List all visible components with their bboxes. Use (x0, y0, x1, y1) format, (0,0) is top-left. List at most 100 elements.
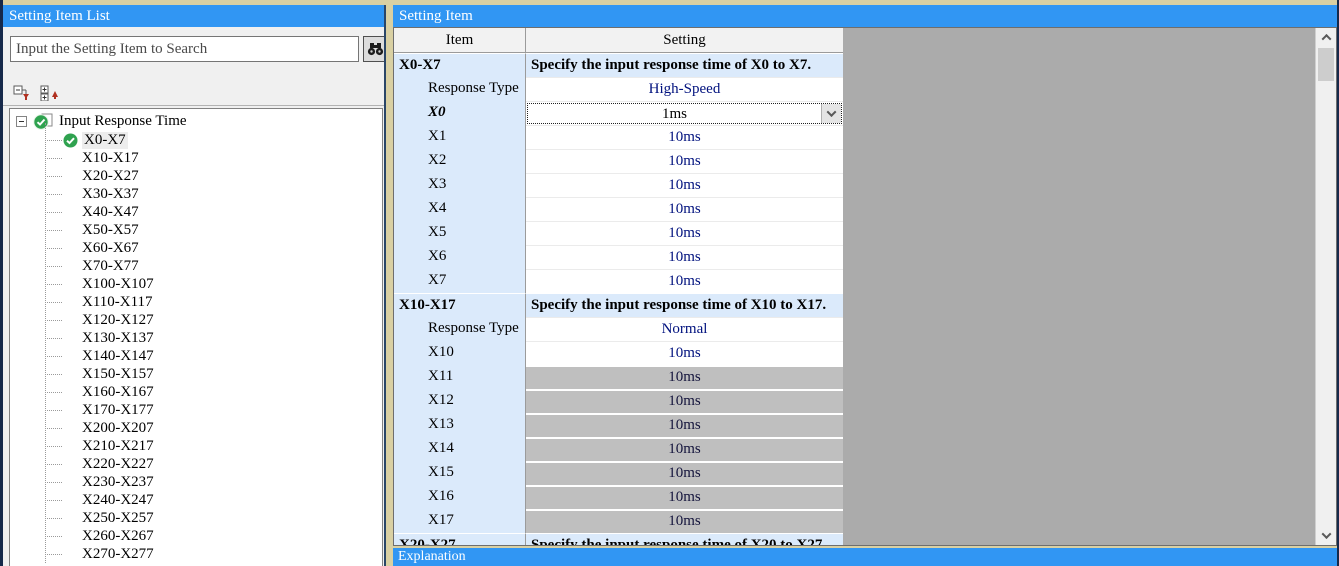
tree-item-label: X10-X17 (82, 150, 139, 167)
search-input[interactable] (10, 36, 359, 62)
tree-connector-stub (45, 410, 62, 411)
setting-cell[interactable]: 10ms (526, 125, 843, 149)
tree-item-x70-x77[interactable]: X70-X77 (10, 257, 382, 275)
setting-item-tree: Input Response Time X0-X7X10-X17X20-X27X… (9, 108, 383, 566)
table-row-x3: X310ms (394, 173, 843, 197)
item-cell: X0 (394, 101, 526, 125)
setting-cell[interactable]: 10ms (526, 245, 843, 269)
chevron-up-icon (1321, 34, 1331, 44)
tree-item-x170-x177[interactable]: X170-X177 (10, 401, 382, 419)
setting-item-panel: Setting Item Item Setting X0-X7Specify t… (393, 5, 1337, 566)
tree-item-x30-x37[interactable]: X30-X37 (10, 185, 382, 203)
table-row-x6: X610ms (394, 245, 843, 269)
tree-item-x130-x137[interactable]: X130-X137 (10, 329, 382, 347)
tree-connector-stub (45, 482, 62, 483)
setting-combobox[interactable]: 1ms (527, 103, 842, 124)
table-row-x13: X1310ms (394, 413, 843, 437)
item-cell: X0-X7 (394, 53, 526, 77)
table-row-x12: X1210ms (394, 389, 843, 413)
table-row-x10-x17: X10-X17Specify the input response time o… (394, 293, 843, 317)
collapse-tree-icon (13, 85, 32, 101)
tree-connector-stub (45, 194, 62, 195)
tree-item-label: X110-X117 (82, 294, 153, 311)
tree-item-x230-x237[interactable]: X230-X237 (10, 473, 382, 491)
setting-cell: Specify the input response time of X10 t… (526, 293, 843, 317)
item-cell: Response Type (394, 77, 526, 101)
item-cell: X17 (394, 509, 526, 533)
tree-item-x250-x257[interactable]: X250-X257 (10, 509, 382, 527)
tree-connector-stub (45, 536, 62, 537)
tree-connector-stub (45, 518, 62, 519)
tree-item-label: X100-X107 (82, 276, 154, 293)
tree-root-input-response-time[interactable]: Input Response Time (10, 112, 382, 131)
tree-item-x160-x167[interactable]: X160-X167 (10, 383, 382, 401)
tree-item-x240-x247[interactable]: X240-X247 (10, 491, 382, 509)
tree-item-x270-x277[interactable]: X270-X277 (10, 545, 382, 563)
table-row-x0-x7: X0-X7Specify the input response time of … (394, 53, 843, 77)
setting-cell[interactable]: 10ms (526, 221, 843, 245)
tree-item-x50-x57[interactable]: X50-X57 (10, 221, 382, 239)
column-header-setting: Setting (526, 28, 843, 52)
tree-item-x260-x267[interactable]: X260-X267 (10, 527, 382, 545)
tree-item-x120-x127[interactable]: X120-X127 (10, 311, 382, 329)
scrollbar-thumb[interactable] (1318, 48, 1334, 81)
vertical-scrollbar[interactable] (1315, 28, 1336, 545)
table-row-x10: X1010ms (394, 341, 843, 365)
tree-item-x20-x27[interactable]: X20-X27 (10, 167, 382, 185)
setting-cell[interactable]: High-Speed (526, 77, 843, 101)
table-row-x5: X510ms (394, 221, 843, 245)
table-row-response-type: Response TypeNormal (394, 317, 843, 341)
tree-connector-stub (45, 248, 62, 249)
tree-connector-stub (45, 554, 62, 555)
expand-all-button[interactable] (39, 84, 60, 102)
setting-cell[interactable]: Normal (526, 317, 843, 341)
setting-cell: Specify the input response time of X20 t… (526, 533, 843, 545)
tree-item-label: X160-X167 (82, 384, 154, 401)
scroll-down-button[interactable] (1316, 527, 1336, 544)
tree-connector-stub (45, 500, 62, 501)
item-cell: X5 (394, 221, 526, 245)
table-row-x15: X1510ms (394, 461, 843, 485)
setting-cell[interactable]: 10ms (526, 341, 843, 365)
table-header-row: Item Setting (394, 28, 843, 53)
tree-item-x220-x227[interactable]: X220-X227 (10, 455, 382, 473)
tree-item-x40-x47[interactable]: X40-X47 (10, 203, 382, 221)
tree-item-x10-x17[interactable]: X10-X17 (10, 149, 382, 167)
tree-item-label: X260-X267 (82, 528, 154, 545)
tree-connector-stub (45, 284, 62, 285)
tree-item-x200-x207[interactable]: X200-X207 (10, 419, 382, 437)
tree-item-x100-x107[interactable]: X100-X107 (10, 275, 382, 293)
search-button[interactable] (363, 36, 386, 62)
table-row-response-type: Response TypeHigh-Speed (394, 77, 843, 101)
setting-cell: 10ms (526, 509, 843, 533)
expand-tree-icon (40, 85, 59, 101)
setting-cell[interactable]: 1ms (526, 101, 843, 125)
setting-cell[interactable]: 10ms (526, 197, 843, 221)
combobox-dropdown-button[interactable] (821, 104, 841, 123)
item-cell: Response Type (394, 317, 526, 341)
parameter-group-icon (33, 113, 54, 130)
item-cell: X16 (394, 485, 526, 509)
setting-cell[interactable]: 10ms (526, 269, 843, 293)
tree-item-x210-x217[interactable]: X210-X217 (10, 437, 382, 455)
tree-item-label: X50-X57 (82, 222, 139, 239)
setting-cell[interactable]: 10ms (526, 173, 843, 197)
tree-item-x150-x157[interactable]: X150-X157 (10, 365, 382, 383)
tree-item-x110-x117[interactable]: X110-X117 (10, 293, 382, 311)
collapse-all-button[interactable] (12, 84, 33, 102)
item-cell: X2 (394, 149, 526, 173)
collapse-expander-icon[interactable] (16, 116, 27, 127)
tree-root-label: Input Response Time (59, 113, 187, 130)
item-cell: X3 (394, 173, 526, 197)
tree-connector-stub (45, 464, 62, 465)
scroll-up-button[interactable] (1316, 29, 1336, 46)
tree-connector-stub (45, 302, 62, 303)
tree-item-label: X60-X67 (82, 240, 139, 257)
table-row-x1: X110ms (394, 125, 843, 149)
tree-item-x0-x7[interactable]: X0-X7 (10, 131, 382, 149)
item-cell: X13 (394, 413, 526, 437)
setting-cell[interactable]: 10ms (526, 149, 843, 173)
tree-item-x60-x67[interactable]: X60-X67 (10, 239, 382, 257)
toolbar-separator (3, 105, 384, 106)
tree-item-x140-x147[interactable]: X140-X147 (10, 347, 382, 365)
